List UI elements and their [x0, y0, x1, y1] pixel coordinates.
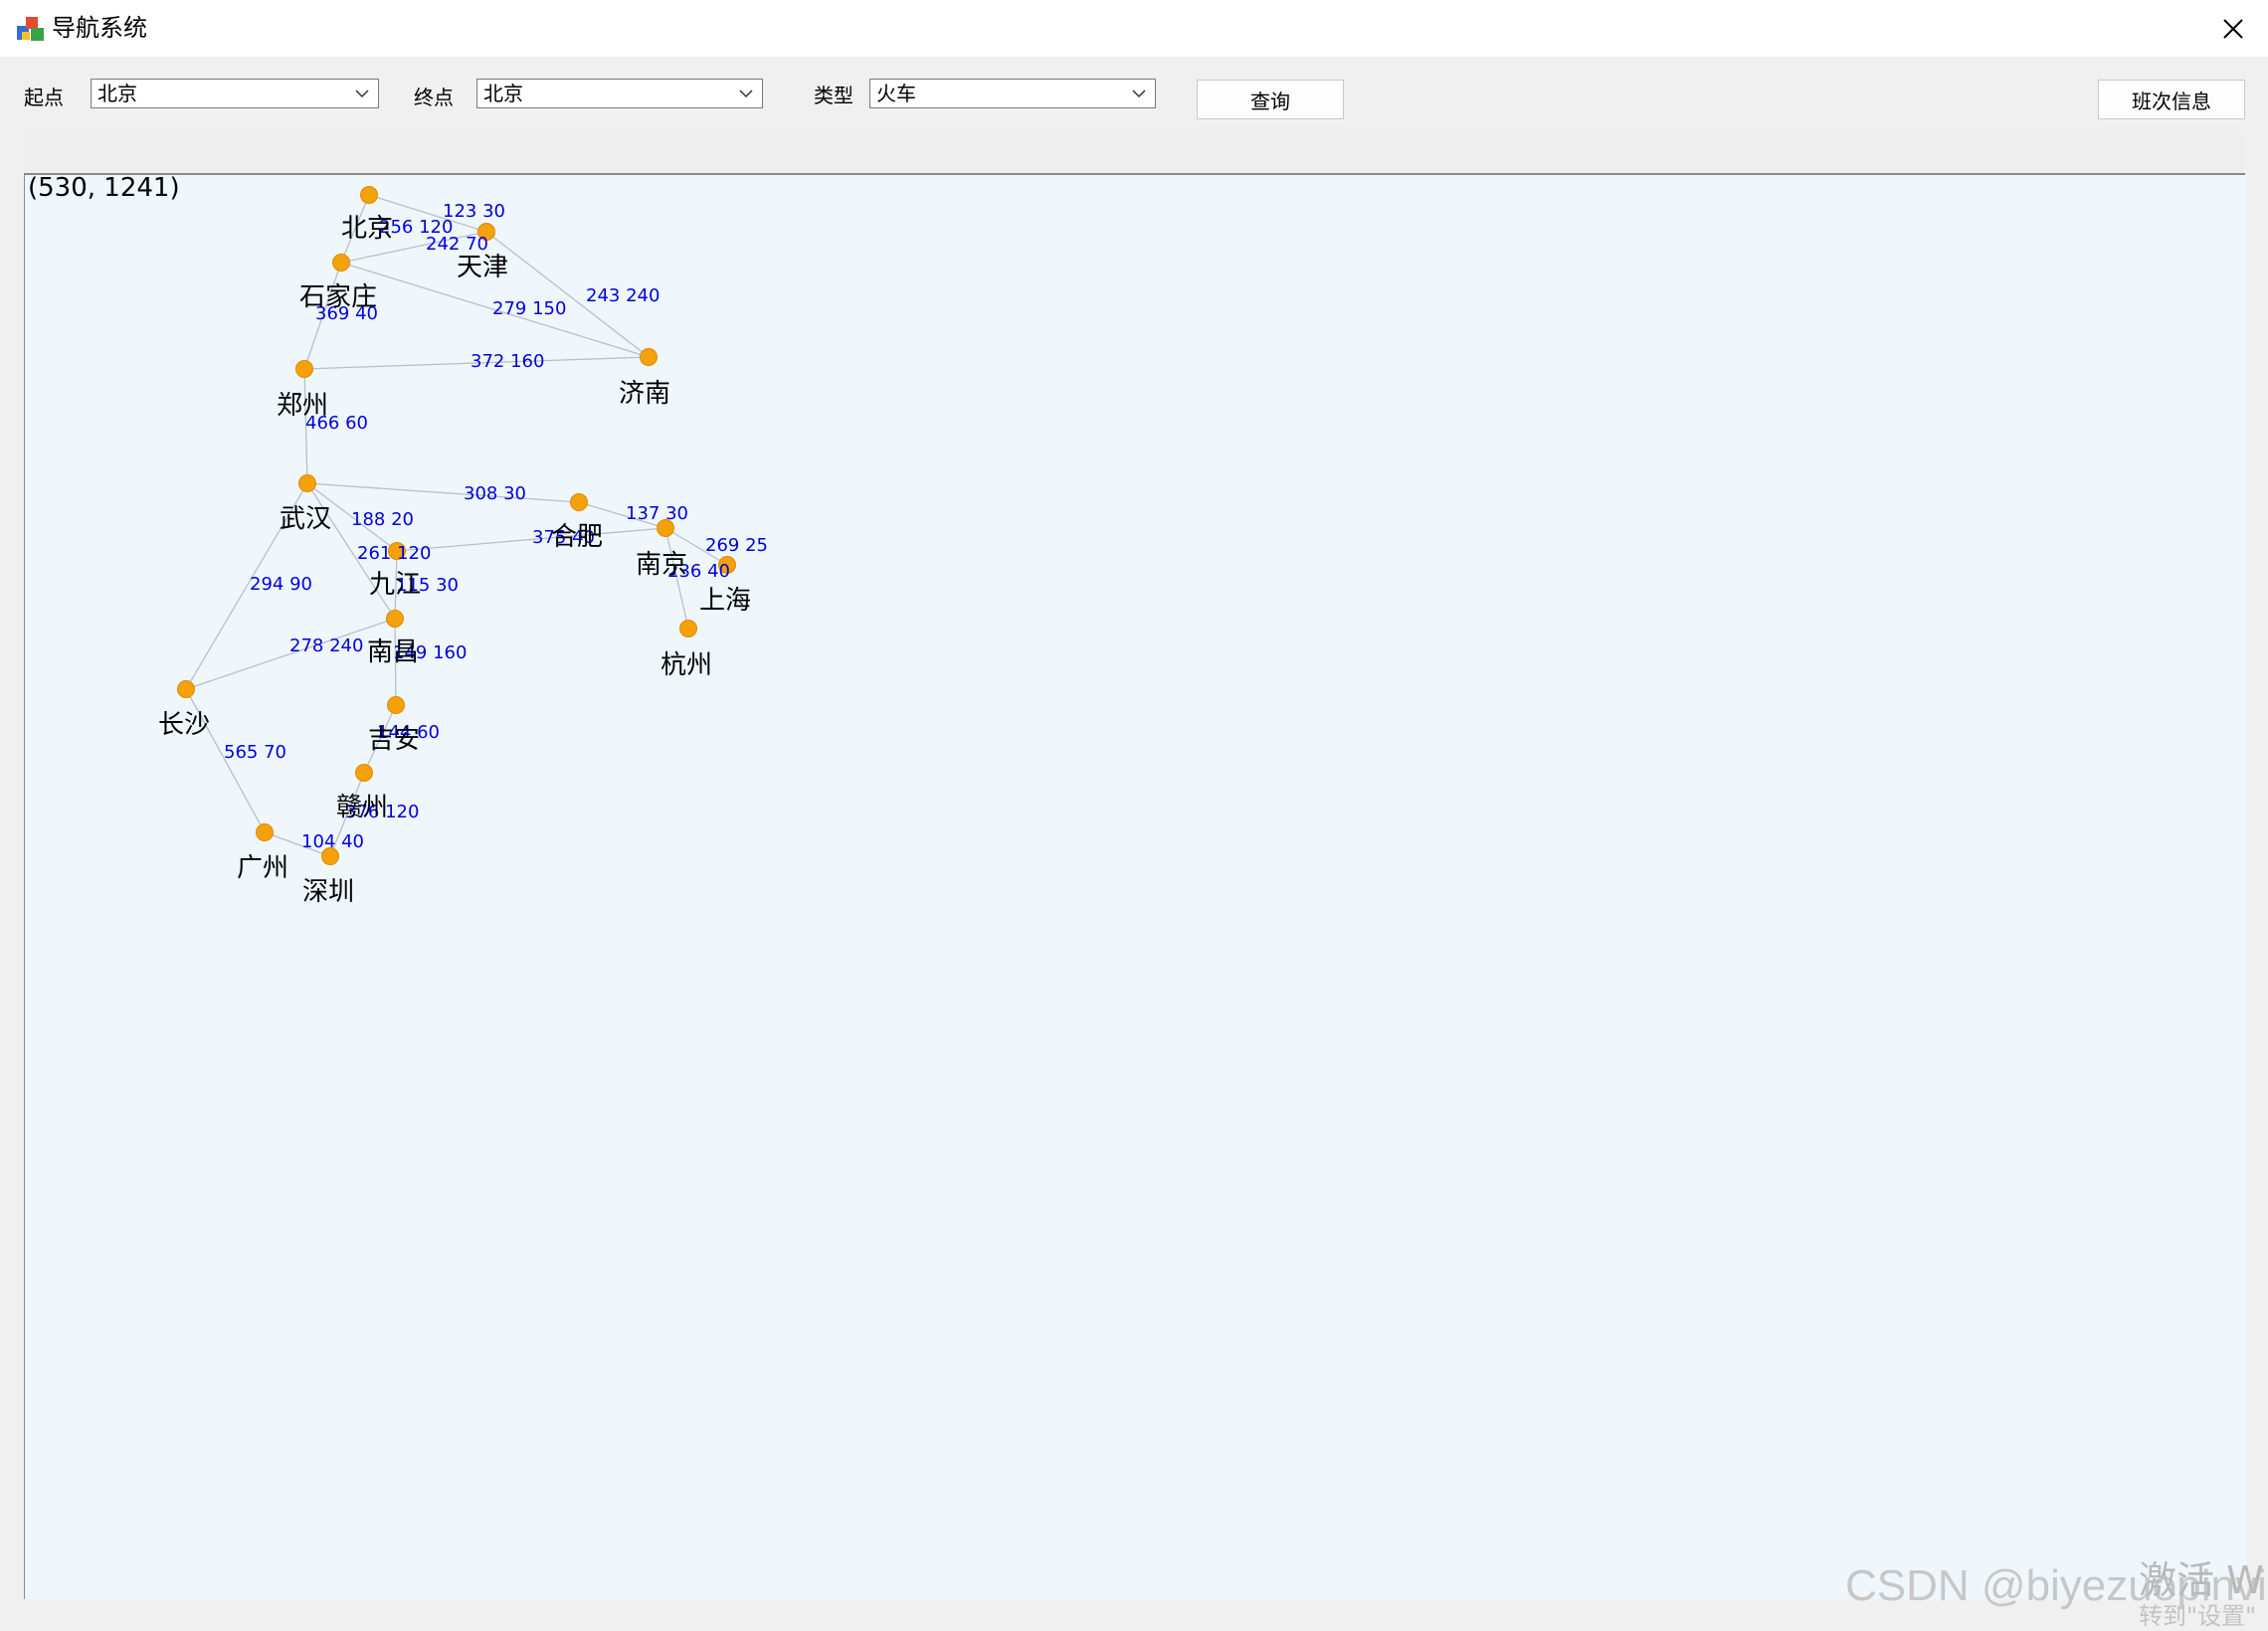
city-node-jian[interactable] [387, 696, 405, 714]
city-label-jinan: 济南 [619, 379, 670, 409]
schedule-info-button[interactable]: 班次信息 [2098, 80, 2245, 119]
start-select[interactable]: 北京 [91, 79, 379, 108]
city-node-jinan[interactable] [640, 348, 658, 366]
close-icon [2223, 18, 2243, 39]
city-node-beijing[interactable] [360, 186, 378, 204]
end-select[interactable]: 北京 [476, 79, 763, 108]
city-label-hangzhou: 杭州 [661, 650, 712, 680]
activation-watermark-sub: 转到"设置" [2139, 1602, 2257, 1630]
title-bar: 导航系统 [0, 0, 2268, 57]
toolbar: 起点 北京 终点 北京 类型 火车 查询 班次信息 [0, 57, 2268, 132]
city-node-hangzhou[interactable] [679, 620, 697, 637]
edge-label: 279 150 [492, 298, 566, 319]
query-button[interactable]: 查询 [1197, 80, 1344, 119]
edge-label: 261 120 [357, 543, 431, 564]
type-select[interactable]: 火车 [869, 79, 1156, 108]
route-graph: 123 30256 120242 70243 240279 150369 403… [158, 186, 768, 907]
edge-label: 565 70 [224, 742, 286, 763]
chevron-down-icon [355, 90, 369, 98]
city-node-ganzhou[interactable] [355, 764, 373, 782]
start-select-value: 北京 [97, 82, 137, 105]
city-node-nanchang[interactable] [386, 610, 404, 628]
city-label-beijing: 北京 [341, 214, 393, 244]
city-node-zhengzhou[interactable] [295, 360, 313, 378]
city-label-tianjin: 天津 [457, 253, 508, 282]
map-header-strip [24, 133, 2245, 175]
route-edge [396, 527, 666, 552]
edge-label: 104 40 [301, 831, 364, 852]
edge-label: 243 240 [586, 285, 660, 306]
edge-label: 188 20 [351, 509, 414, 530]
city-node-shijiazhuang[interactable] [332, 254, 350, 272]
city-label-hefei: 合肥 [551, 522, 603, 552]
type-select-value: 火车 [876, 82, 916, 105]
city-label-changsha: 长沙 [158, 710, 210, 740]
chevron-down-icon [739, 90, 753, 98]
close-button[interactable] [2198, 0, 2268, 57]
map-canvas[interactable]: (530, 1241) 123 30 256 120 242 70 243 240 27… [24, 175, 2246, 1599]
city-node-wuhan[interactable] [298, 474, 316, 492]
end-select-value: 北京 [483, 82, 523, 105]
edge-label: 308 30 [464, 483, 526, 504]
city-label-shanghai: 上海 [699, 586, 751, 616]
city-label-zhengzhou: 郑州 [277, 391, 328, 421]
edge-label: 242 70 [426, 234, 488, 255]
city-label-nanchang: 南昌 [367, 637, 419, 667]
city-node-hefei[interactable] [570, 493, 588, 511]
app-icon [17, 17, 44, 41]
route-edge [306, 482, 580, 503]
edge-label: 269 25 [705, 535, 768, 556]
edge-label: 294 90 [250, 574, 312, 595]
city-label-wuhan: 武汉 [280, 504, 331, 534]
city-label-guangzhou: 广州 [237, 853, 288, 883]
city-label-shenzhen: 深圳 [302, 877, 354, 907]
window-title: 导航系统 [52, 14, 147, 42]
chevron-down-icon [1132, 90, 1146, 98]
edge-label: 278 240 [289, 635, 363, 656]
edge-label: 137 30 [626, 503, 688, 524]
city-label-shijiazhuang: 石家庄 [299, 282, 377, 312]
start-label: 起点 [24, 86, 64, 109]
type-label: 类型 [814, 84, 853, 107]
city-label-ganzhou: 赣州 [336, 793, 388, 822]
city-node-changsha[interactable] [177, 680, 195, 698]
end-label: 终点 [414, 86, 454, 109]
city-label-jiujiang: 九江 [369, 570, 421, 600]
edge-label: 372 160 [471, 351, 544, 372]
city-label-nanjing: 南京 [636, 550, 687, 580]
city-node-guangzhou[interactable] [256, 823, 274, 841]
city-label-jian: 吉安 [368, 725, 420, 755]
